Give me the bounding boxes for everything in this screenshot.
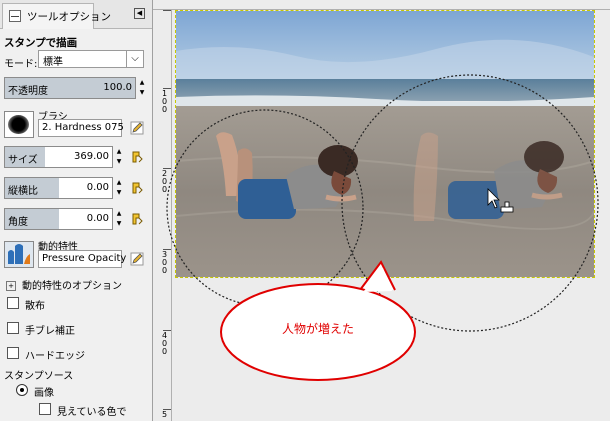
- smooth-stroke-checkbox[interactable]: [7, 322, 19, 334]
- reset-size-icon[interactable]: [130, 150, 144, 164]
- angle-label: 角度: [8, 217, 28, 228]
- callout-text: 人物が増えた: [282, 322, 355, 336]
- step-up-icon[interactable]: ▲: [114, 147, 124, 157]
- brush-preview[interactable]: [4, 111, 34, 138]
- hard-edge-label: ハードエッジ: [25, 351, 85, 362]
- edit-brush-icon[interactable]: [130, 121, 144, 135]
- source-brush-outline: [166, 109, 364, 307]
- smooth-stroke-label: 手ブレ補正: [25, 326, 75, 337]
- scatter-checkbox[interactable]: [7, 297, 19, 309]
- aspect-stepper[interactable]: ▲ ▼: [114, 178, 124, 198]
- overlay-layer: [166, 74, 599, 381]
- sample-merged-label: 見えている色で: [57, 407, 127, 418]
- step-down-icon[interactable]: ▼: [114, 219, 124, 229]
- angle-slider[interactable]: 角度 0.00 ▲ ▼: [4, 208, 121, 230]
- size-value: 369.00: [74, 151, 109, 162]
- angle-stepper[interactable]: ▲ ▼: [114, 209, 124, 229]
- step-down-icon[interactable]: ▼: [114, 188, 124, 198]
- hard-edge-checkbox[interactable]: [7, 347, 19, 359]
- reset-angle-icon[interactable]: [130, 212, 144, 226]
- aspect-ratio-slider[interactable]: 縦横比 0.00 ▲ ▼: [4, 177, 121, 199]
- tab-label: ツールオプション: [27, 11, 111, 23]
- source-image-label: 画像: [34, 388, 54, 399]
- opacity-stepper[interactable]: ▲ ▼: [137, 78, 147, 98]
- opacity-label: 不透明度: [8, 86, 48, 97]
- step-down-icon[interactable]: ▼: [114, 157, 124, 167]
- dynamics-options-expander[interactable]: + 動的特性のオプション: [6, 277, 122, 292]
- reset-aspect-icon[interactable]: [130, 181, 144, 195]
- dynamics-preview[interactable]: [4, 241, 34, 268]
- size-label: サイズ: [8, 155, 38, 166]
- dynamics-name: Pressure Opacity: [42, 253, 127, 264]
- size-stepper[interactable]: ▲ ▼: [114, 147, 124, 167]
- expand-plus-icon[interactable]: +: [6, 281, 16, 291]
- tool-options-panel: ツールオプション ◀ スタンプで描画 モード: 標準 ⌵ 不透明度 100.0 …: [0, 0, 153, 421]
- tab-tool-options[interactable]: ツールオプション: [2, 3, 111, 29]
- target-brush-outline: [341, 74, 599, 332]
- tool-title: スタンプで描画: [4, 37, 78, 49]
- dynamics-icon: [8, 244, 30, 264]
- opacity-value: 100.0: [103, 82, 132, 93]
- mode-select[interactable]: 標準 ⌵: [38, 50, 144, 68]
- sample-merged-checkbox[interactable]: [39, 403, 51, 415]
- tool-options-icon: [9, 10, 21, 22]
- step-up-icon[interactable]: ▲: [114, 209, 124, 219]
- scatter-label: 散布: [25, 301, 45, 312]
- step-up-icon[interactable]: ▲: [114, 178, 124, 188]
- chevron-down-icon[interactable]: ⌵: [126, 51, 143, 67]
- step-down-icon[interactable]: ▼: [137, 88, 147, 98]
- dynamics-name-field[interactable]: Pressure Opacity: [38, 250, 126, 268]
- brush-name-field[interactable]: 2. Hardness 075: [38, 119, 124, 137]
- aspect-value: 0.00: [86, 182, 109, 193]
- dock-tab-bar: ツールオプション ◀: [0, 0, 152, 29]
- brush-shape-icon: [8, 115, 29, 134]
- stamp-source-title: スタンプソース: [4, 371, 74, 382]
- angle-value: 0.00: [86, 213, 109, 224]
- edit-dynamics-icon[interactable]: [130, 252, 144, 266]
- tab-menu-icon[interactable]: ◀: [134, 8, 145, 19]
- dynamics-options-label: 動的特性のオプション: [22, 281, 122, 292]
- aspect-label: 縦横比: [8, 186, 38, 197]
- mode-value: 標準: [43, 57, 63, 68]
- source-image-radio[interactable]: [16, 384, 28, 396]
- opacity-slider[interactable]: 不透明度 100.0 ▲ ▼: [4, 77, 144, 99]
- mode-label: モード:: [4, 59, 38, 70]
- step-up-icon[interactable]: ▲: [137, 78, 147, 88]
- brush-name: 2. Hardness 075: [42, 122, 124, 133]
- size-slider[interactable]: サイズ 369.00 ▲ ▼: [4, 146, 121, 168]
